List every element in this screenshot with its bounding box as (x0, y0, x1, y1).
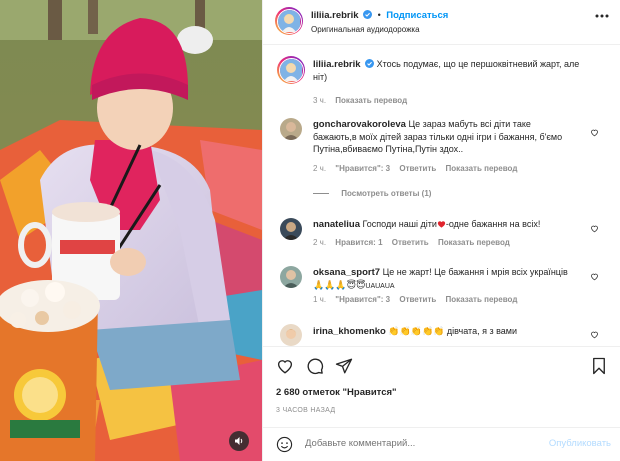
comment-time[interactable]: 1 ч. (313, 295, 326, 304)
caption-avatar[interactable] (277, 56, 305, 84)
heart-icon[interactable] (590, 128, 599, 137)
author-username[interactable]: liliia.rebrik (311, 10, 359, 21)
caption-translate-link[interactable]: Показать перевод (335, 96, 407, 105)
post-details-panel: liliia.rebrik • Подписаться Оригинальная… (262, 0, 620, 461)
reply-button[interactable]: Ответить (392, 238, 429, 247)
comment-item: irina_khomenko 👏👏👏👏👏 дівчата, я з вами (277, 322, 607, 346)
red-heart-emoji (437, 221, 445, 228)
view-replies-label: Посмотреть ответы (1) (341, 189, 432, 198)
caption: liliia.rebrik Хтось подумає, що це першо… (277, 56, 607, 106)
post-header: liliia.rebrik • Подписаться Оригинальная… (263, 0, 620, 45)
commenter-avatar[interactable] (280, 324, 302, 346)
comment-text: irina_khomenko 👏👏👏👏👏 дівчата, я з вами (313, 325, 583, 338)
author-avatar[interactable] (275, 7, 303, 35)
comment-likes[interactable]: "Нравится": 3 (335, 164, 390, 173)
audio-toggle-button[interactable] (229, 431, 249, 451)
comment-time[interactable]: 2 ч. (313, 164, 326, 173)
comments-list[interactable]: liliia.rebrik Хтось подумає, що це першо… (263, 46, 620, 346)
commenter-avatar-image (280, 118, 302, 140)
translate-link[interactable]: Показать перевод (446, 295, 518, 304)
comment-input[interactable] (305, 438, 525, 449)
comment-item: oksana_sport7 Це не жарт! Це бажання і м… (277, 264, 607, 314)
emoji-icon[interactable] (276, 436, 293, 453)
caption-avatar-image (279, 58, 302, 81)
comment-meta: 2 ч. Нравится: 1 Ответить Показать перев… (313, 238, 517, 247)
reply-button[interactable]: Ответить (399, 164, 436, 173)
audio-icon (235, 437, 243, 445)
comment-likes[interactable]: Нравится: 1 (335, 238, 382, 247)
comment-time[interactable]: 2 ч. (313, 238, 326, 247)
translate-link[interactable]: Показать перевод (438, 238, 510, 247)
caption-time[interactable]: 3 ч. (313, 96, 326, 105)
share-icon[interactable] (335, 357, 353, 375)
add-comment-bar: Опубликовать (263, 427, 620, 461)
comment-item: nanateliua Господи наші діти -одне бажанн… (277, 216, 607, 256)
more-icon[interactable] (595, 14, 609, 18)
comment-meta: 2 ч. "Нравится": 3 Ответить Показать пер… (313, 164, 524, 173)
heart-icon[interactable] (276, 357, 294, 375)
caption-username[interactable]: liliia.rebrik (313, 59, 361, 70)
comment-emoji: 🙏🙏🙏😇😇 (313, 280, 366, 290)
comment-likes[interactable]: "Нравится": 3 (335, 295, 390, 304)
commenter-avatar-image (280, 324, 302, 346)
heart-icon[interactable] (590, 224, 599, 233)
comment-username[interactable]: oksana_sport7 (313, 267, 380, 278)
comment-body-end: -одне бажання на всіх! (445, 219, 541, 229)
follow-button[interactable]: Подписаться (386, 10, 448, 21)
comment-meta: 1 ч. "Нравится": 3 Ответить Показать пер… (313, 295, 524, 304)
post-time[interactable]: 3 ЧАСОВ НАЗАД (276, 407, 335, 414)
caption-text: liliia.rebrik Хтось подумає, що це першо… (313, 58, 583, 83)
comment-tail: UAUAUA (365, 283, 395, 290)
commenter-avatar[interactable] (280, 266, 302, 288)
translate-link[interactable]: Показать перевод (446, 164, 518, 173)
verified-icon (363, 10, 373, 19)
author-avatar-image (277, 9, 300, 32)
comment-username[interactable]: goncharovakoroleva (313, 119, 406, 130)
comment-text: goncharovakoroleva Це зараз мабуть всі д… (313, 118, 573, 155)
header-separator: • (377, 10, 381, 20)
comment-body: дівчата, я з вами (446, 326, 517, 336)
comment-emoji: 👏👏👏👏👏 (388, 326, 445, 336)
likes-count[interactable]: 2 680 отметок "Нравится" (276, 387, 397, 398)
commenter-avatar[interactable] (280, 118, 302, 140)
post-media[interactable] (0, 0, 262, 461)
commenter-avatar[interactable] (280, 218, 302, 240)
reply-button[interactable]: Ответить (399, 295, 436, 304)
heart-icon[interactable] (590, 272, 599, 281)
commenter-avatar-image (280, 266, 302, 288)
commenter-avatar-image (280, 218, 302, 240)
post-actions: 2 680 отметок "Нравится" 3 ЧАСОВ НАЗАД (263, 346, 620, 436)
comment-body-start: Господи наші діти (362, 219, 437, 229)
comment-body: Це не жарт! Це бажання і мрія всіх украї… (382, 267, 568, 277)
comment-text: oksana_sport7 Це не жарт! Це бажання і м… (313, 266, 583, 293)
publish-button[interactable]: Опубликовать (549, 438, 611, 449)
comment-username[interactable]: irina_khomenko (313, 326, 386, 337)
caption-meta: 3 ч. Показать перевод (313, 96, 414, 105)
bookmark-icon[interactable] (591, 357, 607, 375)
post-photo (0, 0, 262, 461)
verified-icon (365, 59, 375, 68)
comment-item: goncharovakoroleva Це зараз мабуть всі д… (277, 116, 607, 196)
comment-text: nanateliua Господи наші діти -одне бажанн… (313, 218, 583, 231)
audio-track-link[interactable]: Оригинальная аудиодорожка (311, 25, 420, 34)
replies-line (313, 193, 329, 194)
heart-icon[interactable] (590, 330, 599, 339)
comment-icon[interactable] (306, 357, 324, 375)
comment-username[interactable]: nanateliua (313, 219, 360, 230)
view-replies-button[interactable]: Посмотреть ответы (1) (313, 189, 431, 198)
